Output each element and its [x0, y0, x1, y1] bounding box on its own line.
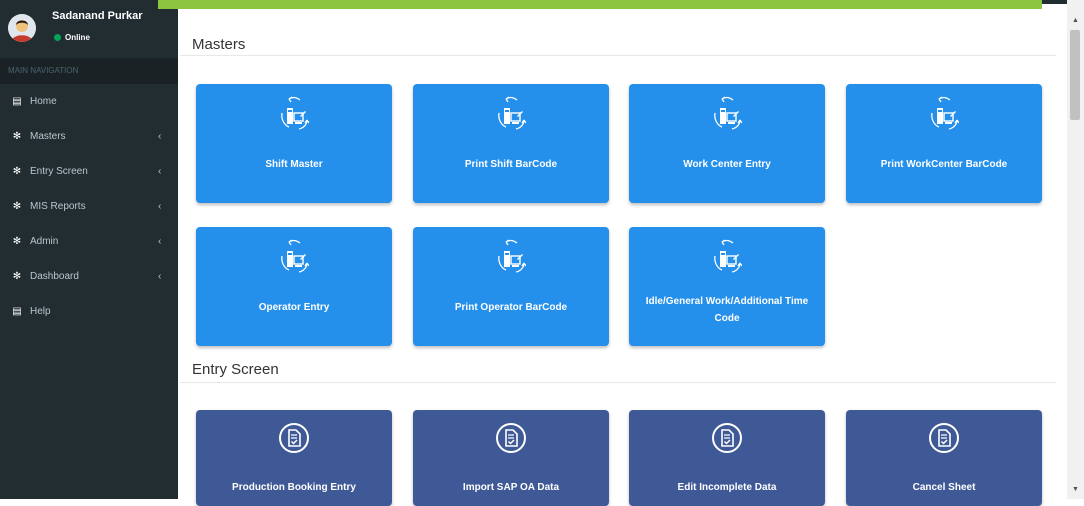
tile-label: Print Operator BarCode [454, 302, 568, 313]
sidebar-item-mis-reports[interactable]: ✻ MIS Reports ‹ [0, 192, 178, 222]
book-icon: ▤ [12, 96, 22, 107]
tile-operator-entry[interactable]: Operator Entry [196, 227, 392, 346]
sync-computer-icon [714, 239, 742, 273]
scrollbar-thumb[interactable] [1070, 30, 1080, 120]
chevron-left-icon: ‹ [158, 201, 162, 212]
tile-label: Cancel Sheet [912, 482, 976, 493]
dashboard-icon: ✻ [12, 201, 22, 212]
book-icon: ▤ [12, 306, 22, 317]
sync-computer-icon [498, 239, 526, 273]
sync-computer-icon [931, 96, 959, 130]
tile-label: Shift Master [265, 159, 323, 170]
chevron-left-icon: ‹ [158, 271, 162, 282]
user-status: Online [54, 33, 90, 42]
user-avatar [8, 14, 36, 42]
tile-print-workcenter-barcode[interactable]: Print WorkCenter BarCode [846, 84, 1042, 203]
sidebar-item-entry-screen[interactable]: ✻ Entry Screen ‹ [0, 157, 178, 187]
user-name: Sadanand Purkar [52, 10, 143, 22]
tile-label: Print Shift BarCode [464, 159, 558, 170]
sidebar-item-home[interactable]: ▤ Home [0, 87, 178, 117]
sidebar-item-label: Dashboard [30, 271, 79, 282]
document-check-icon [279, 423, 309, 453]
dashboard-icon: ✻ [12, 236, 22, 247]
tile-import-sap-oa-data[interactable]: Import SAP OA Data [413, 410, 609, 506]
top-accent-bar [158, 0, 1042, 9]
tile-label: Production Booking Entry [232, 482, 356, 493]
tile-work-center-entry[interactable]: Work Center Entry [629, 84, 825, 203]
nav-header: MAIN NAVIGATION [0, 58, 178, 84]
sidebar-item-label: Help [30, 306, 51, 317]
section-title-masters: Masters [192, 36, 246, 53]
scroll-down-arrow-icon[interactable]: ▼ [1067, 483, 1084, 497]
scroll-up-arrow-icon[interactable]: ▲ [1067, 14, 1084, 28]
chevron-left-icon: ‹ [158, 236, 162, 247]
user-panel: Sadanand Purkar Online [0, 0, 178, 54]
sidebar-item-label: Masters [30, 131, 66, 142]
section-divider [180, 382, 1056, 383]
tile-shift-master[interactable]: Shift Master [196, 84, 392, 203]
user-status-label: Online [65, 33, 90, 42]
chevron-left-icon: ‹ [158, 166, 162, 177]
document-check-icon [496, 423, 526, 453]
sync-computer-icon [498, 96, 526, 130]
sidebar-item-label: Entry Screen [30, 166, 88, 177]
sidebar-item-masters[interactable]: ✻ Masters ‹ [0, 122, 178, 152]
tile-label: Edit Incomplete Data [677, 482, 777, 493]
tile-label: Print WorkCenter BarCode [880, 159, 1008, 170]
document-check-icon [929, 423, 959, 453]
sidebar-item-label: Home [30, 96, 57, 107]
section-divider [180, 55, 1056, 56]
sidebar-item-label: MIS Reports [30, 201, 86, 212]
tile-print-operator-barcode[interactable]: Print Operator BarCode [413, 227, 609, 346]
dashboard-icon: ✻ [12, 131, 22, 142]
tile-label: Operator Entry [258, 302, 330, 313]
tile-label: Import SAP OA Data [462, 482, 560, 493]
document-check-icon [712, 423, 742, 453]
sidebar-item-dashboard[interactable]: ✻ Dashboard ‹ [0, 262, 178, 292]
tile-production-booking-entry[interactable]: Production Booking Entry [196, 410, 392, 506]
sync-computer-icon [281, 96, 309, 130]
dashboard-icon: ✻ [12, 271, 22, 282]
sidebar-item-admin[interactable]: ✻ Admin ‹ [0, 227, 178, 257]
sidebar: Sadanand Purkar Online MAIN NAVIGATION ▤… [0, 0, 178, 499]
vertical-scrollbar[interactable]: ▲ ▼ [1067, 0, 1084, 499]
sidebar-item-help[interactable]: ▤ Help [0, 297, 178, 327]
sync-computer-icon [281, 239, 309, 273]
tile-edit-incomplete-data[interactable]: Edit Incomplete Data [629, 410, 825, 506]
sidebar-item-label: Admin [30, 236, 59, 247]
tile-idle-general-work-time-code[interactable]: Idle/General Work/Additional Time Code [629, 227, 825, 346]
chevron-left-icon: ‹ [158, 131, 162, 142]
tile-label: Work Center Entry [683, 159, 771, 170]
sync-computer-icon [714, 96, 742, 130]
section-title-entry-screen: Entry Screen [192, 361, 279, 378]
tile-label: Idle/General Work/Additional Time Code [645, 296, 809, 324]
online-indicator-icon [54, 34, 61, 41]
tile-print-shift-barcode[interactable]: Print Shift BarCode [413, 84, 609, 203]
dashboard-icon: ✻ [12, 166, 22, 177]
tile-cancel-sheet[interactable]: Cancel Sheet [846, 410, 1042, 506]
